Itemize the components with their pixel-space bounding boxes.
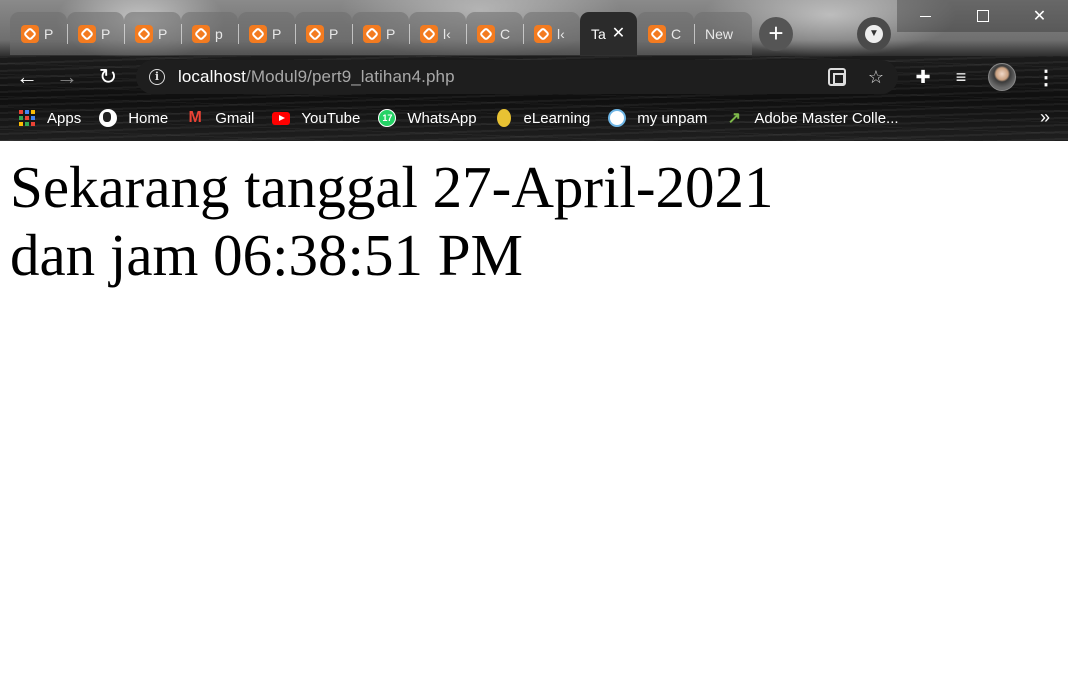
tab[interactable]: l‹ — [409, 12, 466, 55]
tab-active[interactable]: Ta ✕ — [580, 12, 637, 55]
bookmark-adobe[interactable]: ↗ Adobe Master Colle... — [716, 104, 907, 132]
url-path: /Modul9/pert9_latihan4.php — [246, 67, 455, 86]
reload-button[interactable]: ↻ — [94, 63, 122, 91]
forward-button[interactable]: → — [53, 63, 81, 91]
arrow-left-icon: ← — [16, 64, 38, 89]
page-viewport: Sekarang tanggal 27-April-2021 dan jam 0… — [0, 141, 1068, 684]
close-tab-icon[interactable]: ✕ — [612, 25, 625, 42]
tab-title: p — [215, 25, 223, 42]
close-window-button[interactable]: ✕ — [1011, 0, 1068, 32]
address-bar-actions: ☆ — [828, 60, 886, 94]
tab-search-button[interactable]: ▼ — [857, 17, 891, 51]
gmail-icon: M — [188, 109, 202, 126]
bookmark-apps[interactable]: Apps — [0, 104, 90, 132]
tab-title: P — [44, 25, 54, 42]
apps-grid-icon — [18, 109, 36, 127]
info-icon[interactable]: i — [149, 69, 165, 85]
xampp-icon — [420, 24, 438, 43]
adobe-icon: ↗ — [727, 110, 742, 127]
bookmark-label: YouTube — [301, 109, 361, 127]
tab[interactable]: P — [124, 12, 181, 55]
tab-title: P — [272, 25, 282, 42]
tab-title: P — [158, 25, 168, 42]
new-tab-button[interactable]: + — [759, 17, 793, 51]
tab[interactable]: l‹ — [523, 12, 580, 55]
tab[interactable]: P — [67, 12, 124, 55]
tab-strip: P P P p P P P l‹ C l‹ Ta ✕ C New — [10, 12, 752, 55]
url-text[interactable]: localhost/Modul9/pert9_latihan4.php — [178, 67, 455, 87]
xampp-icon — [21, 24, 39, 43]
xampp-icon — [78, 24, 96, 43]
tab[interactable]: P — [295, 12, 352, 55]
tab[interactable]: P — [238, 12, 295, 55]
tab-title: P — [386, 25, 396, 42]
bookmarks-bar: Apps Home M Gmail YouTube 17 WhatsApp eL… — [0, 100, 1068, 136]
bookmark-label: Home — [128, 109, 169, 127]
xampp-icon — [648, 24, 666, 43]
menu-kebab-icon[interactable]: ⋮ — [1036, 65, 1056, 90]
toolbar-actions: ✚ ≡ ⋮ — [912, 56, 1056, 98]
page-content: Sekarang tanggal 27-April-2021 dan jam 0… — [10, 153, 774, 289]
bookmark-label: Apps — [47, 109, 82, 127]
xampp-icon — [249, 24, 267, 43]
tab[interactable]: C — [466, 12, 523, 55]
qr-code-icon[interactable] — [828, 68, 846, 86]
browser-chrome: P P P p P P P l‹ C l‹ Ta ✕ C New + ▼ ✕ ←… — [0, 0, 1068, 141]
maximize-button[interactable] — [954, 0, 1011, 32]
profile-avatar[interactable] — [988, 63, 1016, 91]
tab-title: Ta — [591, 25, 606, 42]
reload-icon: ↻ — [98, 64, 118, 89]
time-line: dan jam 06:38:51 PM — [10, 222, 523, 288]
whatsapp-icon: 17 — [378, 109, 397, 127]
tab-title: C — [671, 25, 682, 42]
tab-title: P — [101, 25, 111, 42]
bookmark-label: WhatsApp — [407, 109, 477, 127]
tab[interactable]: P — [352, 12, 409, 55]
bookmark-gmail[interactable]: M Gmail — [177, 104, 263, 132]
tab[interactable]: New — [694, 12, 752, 55]
tab[interactable]: C — [637, 12, 694, 55]
star-icon[interactable]: ☆ — [866, 67, 886, 88]
tab[interactable]: P — [10, 12, 67, 55]
tab[interactable]: p — [181, 12, 238, 55]
maximize-icon — [976, 10, 989, 22]
toolbar: ← → ↻ i localhost/Modul9/pert9_latihan4.… — [0, 56, 1068, 98]
tab-title: P — [329, 25, 339, 42]
url-host: localhost — [178, 67, 246, 86]
bookmark-label: my unpam — [637, 109, 708, 127]
bookmark-label: Adobe Master Colle... — [754, 109, 899, 127]
unpam-icon — [608, 109, 627, 127]
globe-icon — [99, 109, 118, 127]
arrow-right-icon: → — [56, 64, 78, 89]
xampp-icon — [192, 24, 210, 43]
bookmarks-overflow-button[interactable]: » — [1040, 100, 1050, 136]
bookmark-whatsapp[interactable]: 17 WhatsApp — [369, 104, 485, 132]
date-line: Sekarang tanggal 27-April-2021 — [10, 154, 774, 220]
tab-title: l‹ — [443, 25, 451, 42]
bookmark-youtube[interactable]: YouTube — [263, 104, 369, 132]
xampp-icon — [135, 24, 153, 43]
bookmark-label: Gmail — [215, 109, 255, 127]
chevron-down-icon: ▼ — [865, 25, 883, 43]
xampp-icon — [306, 24, 324, 43]
minimize-button[interactable] — [897, 0, 954, 32]
window-controls: ✕ — [897, 0, 1068, 32]
extensions-puzzle-icon[interactable]: ✚ — [912, 67, 934, 88]
youtube-icon — [272, 109, 291, 127]
address-bar[interactable]: i localhost/Modul9/pert9_latihan4.php ☆ — [136, 60, 898, 94]
bookmark-label: eLearning — [523, 109, 591, 127]
xampp-icon — [477, 24, 495, 43]
bookmark-home[interactable]: Home — [90, 104, 177, 132]
media-queue-icon[interactable]: ≡ — [950, 67, 972, 88]
tab-title: New — [705, 25, 734, 42]
bookmark-my-unpam[interactable]: my unpam — [599, 104, 716, 132]
elearning-icon — [495, 109, 513, 127]
minimize-icon — [920, 15, 931, 17]
tab-title: l‹ — [557, 25, 565, 42]
bookmark-elearning[interactable]: eLearning — [486, 104, 600, 132]
back-button[interactable]: ← — [13, 63, 41, 91]
xampp-icon — [534, 24, 552, 43]
xampp-icon — [363, 24, 381, 43]
tab-title: C — [500, 25, 511, 42]
